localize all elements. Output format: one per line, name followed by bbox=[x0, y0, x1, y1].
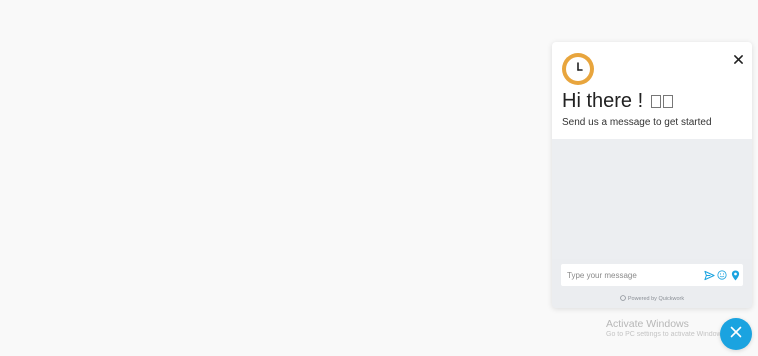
close-icon bbox=[730, 325, 742, 343]
quickwork-logo-icon bbox=[620, 295, 626, 303]
chat-widget: Hi there ! Send us a message to get star… bbox=[552, 42, 752, 308]
powered-by-label: Powered by Quickwork bbox=[627, 296, 685, 302]
send-icon[interactable] bbox=[703, 269, 715, 281]
location-pin-icon[interactable] bbox=[729, 269, 741, 281]
missing-glyph-icon bbox=[651, 95, 675, 108]
activate-windows-title: Activate Windows bbox=[606, 318, 689, 330]
greeting-heading: Hi there ! bbox=[562, 90, 675, 113]
close-icon[interactable] bbox=[731, 52, 745, 66]
chat-header: Hi there ! Send us a message to get star… bbox=[552, 42, 752, 139]
emoji-icon[interactable] bbox=[716, 269, 728, 281]
greeting-text: Hi there ! bbox=[562, 90, 644, 112]
powered-by[interactable]: Powered by Quickwork bbox=[552, 295, 752, 303]
activate-windows-subtitle: Go to PC settings to activate Windows. bbox=[606, 331, 722, 338]
clock-icon bbox=[562, 53, 594, 85]
chat-toggle-button[interactable] bbox=[720, 318, 752, 350]
message-area bbox=[552, 139, 752, 259]
message-composer bbox=[561, 264, 743, 286]
greeting-subtitle: Send us a message to get started bbox=[562, 117, 712, 128]
message-input[interactable] bbox=[567, 266, 691, 284]
